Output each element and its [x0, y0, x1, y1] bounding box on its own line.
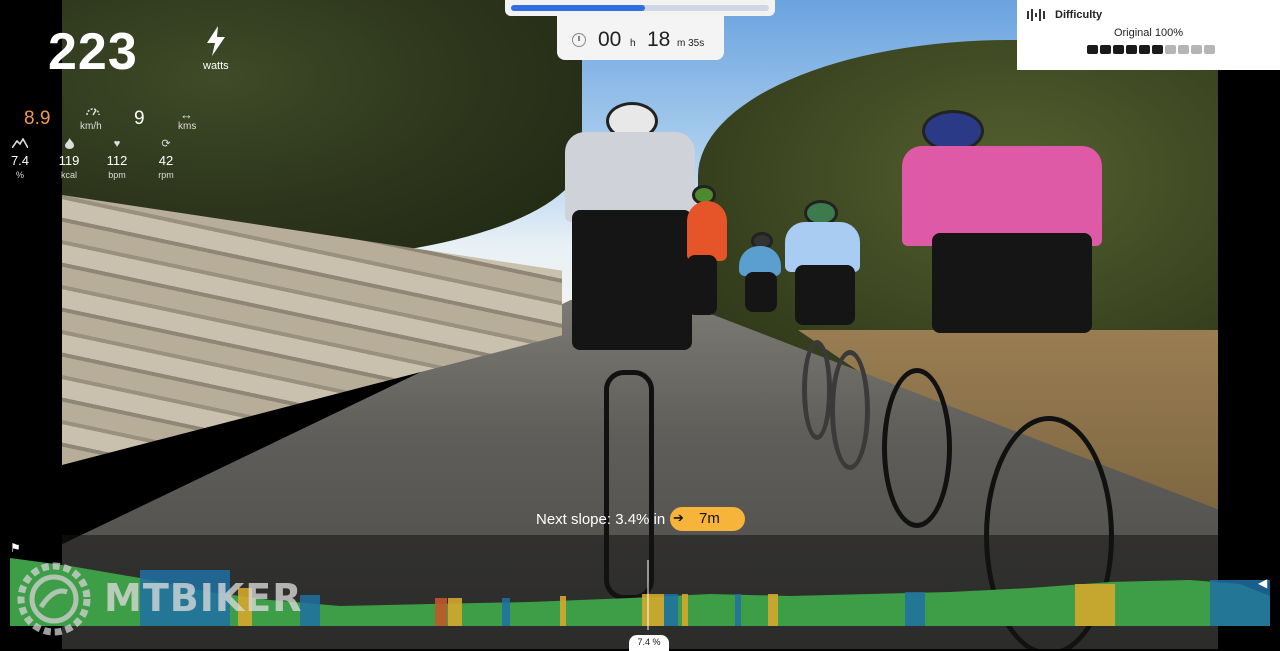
difficulty-panel[interactable]: Difficulty Original 100% [1017, 0, 1280, 70]
difficulty-segment[interactable] [1100, 45, 1111, 54]
rider-far [737, 232, 787, 392]
elapsed-timer: 00 h 18 m 35s [557, 16, 724, 60]
power-unit: watts [203, 60, 229, 72]
grade-stat: 7.4 % [0, 137, 40, 180]
cadence-stat: ⟳ 42 rpm [146, 138, 186, 180]
mountain-icon [0, 137, 40, 151]
grade-value: 7.4 [10, 153, 30, 168]
horizontal-arrows-icon: ↔ [180, 107, 193, 122]
difficulty-segment[interactable] [1087, 45, 1098, 54]
rider-light-blue [780, 200, 870, 470]
clock-icon [572, 33, 586, 47]
heart-rate-value: 112 [106, 153, 128, 168]
next-slope-label: Next slope: 3.4% in [536, 511, 666, 528]
timer-minutes-unit: m [677, 38, 686, 49]
power-value: 223 [48, 23, 138, 81]
timer-hours: 00 [598, 28, 622, 51]
calories-value: 119 [58, 153, 80, 168]
cycle-arrows-icon: ⟳ [161, 138, 171, 150]
mtbiker-watermark: MTBIKER [17, 562, 317, 636]
difficulty-segment[interactable] [1165, 45, 1176, 54]
mtbiker-logo-icon [17, 562, 91, 636]
difficulty-segment[interactable] [1204, 45, 1215, 54]
cadence-unit: rpm [158, 170, 174, 180]
route-progress-track [511, 5, 769, 11]
mtbiker-brand: MTBIKER [104, 576, 303, 620]
flame-icon [49, 138, 89, 151]
difficulty-level-bar[interactable] [1087, 45, 1215, 54]
sliders-icon [1027, 9, 1045, 21]
grade-unit: % [15, 170, 24, 180]
speed-value: 8.9 [24, 108, 51, 129]
distance-unit: kms [178, 121, 197, 132]
next-slope-distance: 7m [699, 510, 720, 527]
difficulty-preset: Original 100% [1113, 27, 1184, 39]
route-progress-fill [511, 5, 646, 11]
route-progress-panel [505, 0, 775, 16]
calories-unit: kcal [60, 170, 77, 180]
difficulty-segment[interactable] [1139, 45, 1150, 54]
difficulty-segment[interactable] [1113, 45, 1124, 54]
start-flag-icon: ⚑ [10, 541, 21, 555]
speed-unit: km/h [80, 121, 102, 132]
next-slope-distance-pill: ➔ 7m [670, 507, 745, 531]
heart-rate-unit: bpm [108, 170, 126, 180]
heart-rate-stat: ♥ 112 bpm [97, 138, 137, 180]
difficulty-segment[interactable] [1191, 45, 1202, 54]
end-flag-icon: ◀ [1258, 576, 1268, 590]
rider-orange [687, 185, 737, 455]
difficulty-segment[interactable] [1178, 45, 1189, 54]
distance-value: 9 [134, 108, 145, 129]
timer-seconds: 35s [688, 38, 705, 49]
difficulty-title: Difficulty [1055, 9, 1103, 21]
timer-minutes: 18 [647, 28, 671, 51]
timer-hours-unit: h [630, 38, 636, 49]
difficulty-segment[interactable] [1126, 45, 1137, 54]
timer-minutes-seconds: m 35s [677, 38, 704, 49]
difficulty-segment[interactable] [1152, 45, 1163, 54]
speedometer-icon [86, 108, 100, 116]
calories-stat: 119 kcal [49, 138, 89, 180]
arrow-right-icon: ➔ [673, 510, 684, 525]
heart-icon: ♥ [113, 138, 121, 150]
cadence-value: 42 [158, 153, 174, 168]
ride-stats-panel: 223 watts 8.9 km/h 9 ↔ kms 7.4 % 119 kca… [0, 0, 240, 200]
bolt-icon [207, 26, 225, 56]
